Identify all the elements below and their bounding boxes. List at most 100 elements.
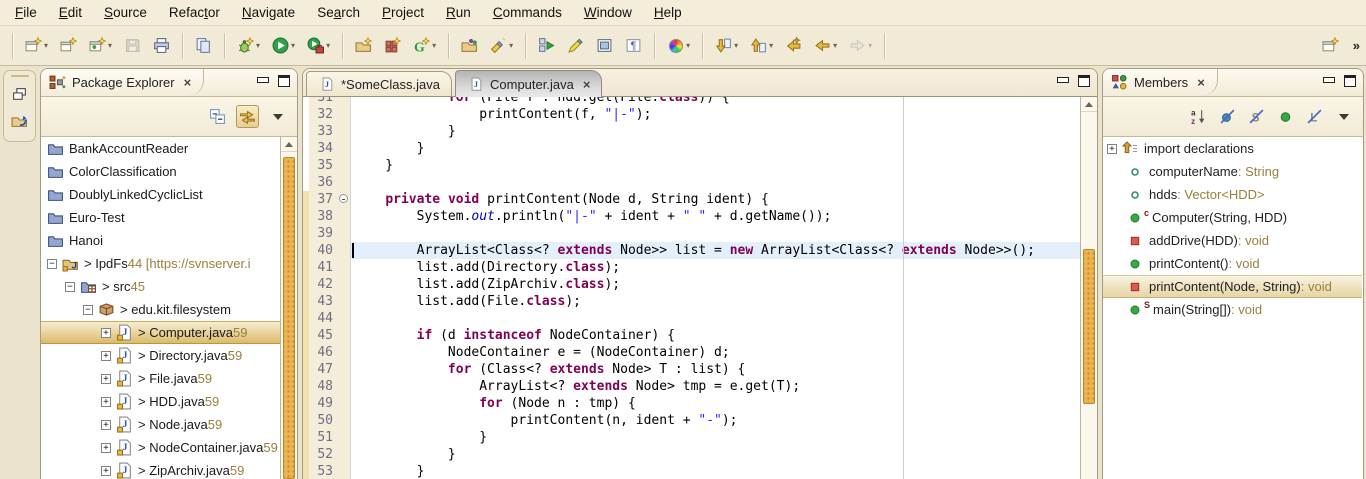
tree-item[interactable]: +J> Directory.java 59 <box>41 344 280 367</box>
minimize-button[interactable] <box>1323 77 1335 83</box>
tree-item[interactable]: +J> Node.java 59 <box>41 413 280 436</box>
member-item[interactable]: Smain(String[]) : void <box>1103 298 1362 321</box>
code-line[interactable]: 39 <box>303 225 1080 242</box>
search-button[interactable]: ▾ <box>487 35 516 56</box>
scroll-up-arrow[interactable] <box>281 137 297 152</box>
menu-run[interactable]: Run <box>435 1 482 24</box>
minimize-button[interactable] <box>1057 77 1069 83</box>
maximize-button[interactable] <box>1344 75 1356 87</box>
dropdown-arrow-icon[interactable]: ▾ <box>291 41 295 50</box>
code-line[interactable]: 42 list.add(ZipArchiv.class); <box>303 276 1080 293</box>
dropdown-arrow-icon[interactable]: ▾ <box>769 41 773 50</box>
code-line[interactable]: 47 for (Class<? extends Node> T : list) … <box>303 361 1080 378</box>
fold-collapse-icon[interactable] <box>339 194 348 203</box>
code-line[interactable]: 45 if (d instanceof NodeContainer) { <box>303 327 1080 344</box>
tree-item[interactable]: Hanoi <box>41 229 280 252</box>
menu-edit[interactable]: Edit <box>48 1 93 24</box>
expand-toggle[interactable]: + <box>1107 144 1117 154</box>
member-item[interactable]: +import declarations <box>1103 137 1362 160</box>
expand-toggle[interactable]: − <box>83 305 93 315</box>
tree-item[interactable]: BankAccountReader <box>41 137 280 160</box>
menu-commands[interactable]: Commands <box>482 1 573 24</box>
tree-item[interactable]: DoublyLinkedCyclicList <box>41 183 280 206</box>
hide-local-types-button[interactable]: L <box>1304 106 1325 127</box>
expand-toggle[interactable]: + <box>101 443 111 453</box>
code-line[interactable]: 38 System.out.println("|-" + ident + " "… <box>303 208 1080 225</box>
import-wizard-button[interactable] <box>352 35 375 56</box>
close-icon[interactable]: × <box>1197 75 1205 90</box>
open-perspective-icon[interactable] <box>1322 37 1339 54</box>
new-wizard-button[interactable]: ▾ <box>22 35 51 56</box>
scroll-up-arrow[interactable] <box>1081 97 1097 112</box>
member-item[interactable]: hdds : Vector<HDD> <box>1103 183 1362 206</box>
sort-button[interactable]: az <box>1188 106 1209 127</box>
menu-window[interactable]: Window <box>573 1 643 24</box>
expand-toggle[interactable]: + <box>101 374 111 384</box>
tree-item[interactable]: −> edu.kit.filesystem <box>41 298 280 321</box>
mark-occurrences-button[interactable] <box>564 35 587 56</box>
member-item[interactable]: printContent() : void <box>1103 252 1362 275</box>
run-last-launched-button[interactable] <box>535 35 558 56</box>
toolbar-overflow-chevron[interactable]: » <box>1353 38 1360 53</box>
menu-help[interactable]: Help <box>643 1 693 24</box>
tab-members[interactable]: Members × <box>1103 69 1218 96</box>
show-public-button[interactable] <box>1275 106 1296 127</box>
restore-view-icon[interactable] <box>11 86 28 103</box>
view-menu-button[interactable] <box>1333 106 1354 127</box>
code-line[interactable]: 40 ArrayList<Class<? extends Node>> list… <box>303 242 1080 259</box>
code-line[interactable]: 41 list.add(Directory.class); <box>303 259 1080 276</box>
tree-item[interactable]: ColorClassification <box>41 160 280 183</box>
maximize-button[interactable] <box>1078 75 1090 87</box>
maximize-button[interactable] <box>278 75 290 87</box>
last-edit-location-button[interactable] <box>782 35 805 56</box>
tree-item[interactable]: −> src 45 <box>41 275 280 298</box>
code-line[interactable]: 46 NodeContainer e = (NodeContainer) d; <box>303 344 1080 361</box>
editor-tab-computer-java[interactable]: JComputer.java× <box>455 70 602 97</box>
dropdown-arrow-icon[interactable]: ▾ <box>686 41 690 50</box>
code-line[interactable]: 48 ArrayList<? extends Node> tmp = e.get… <box>303 378 1080 395</box>
tree-item[interactable]: +J> ZipArchiv.java 59 <box>41 459 280 479</box>
minimize-button[interactable] <box>257 77 269 83</box>
expand-toggle[interactable]: − <box>47 259 57 269</box>
new-java-class-button[interactable]: ▾ <box>86 35 115 56</box>
menu-navigate[interactable]: Navigate <box>231 1 306 24</box>
close-icon[interactable]: × <box>184 75 192 90</box>
code-line[interactable]: 37 private void printContent(Node d, Str… <box>303 191 1080 208</box>
code-line[interactable]: 35 } <box>303 157 1080 174</box>
dropdown-arrow-icon[interactable]: ▾ <box>432 41 436 50</box>
code-line[interactable]: 31 for (File f : hdd.get(File.class)) { <box>303 97 1080 106</box>
member-item[interactable]: computerName : String <box>1103 160 1362 183</box>
dropdown-arrow-icon[interactable]: ▾ <box>108 41 112 50</box>
editor-body[interactable]: 31 for (File f : hdd.get(File.class)) { 3… <box>303 97 1097 479</box>
member-item[interactable]: cComputer(String, HDD) <box>1103 206 1362 229</box>
menu-refactor[interactable]: Refactor <box>158 1 231 24</box>
expand-toggle[interactable]: + <box>101 351 111 361</box>
tree-item[interactable]: +J> NodeContainer.java 59 <box>41 436 280 459</box>
dropdown-arrow-icon[interactable]: ▾ <box>833 41 837 50</box>
next-annotation-button[interactable]: ▾ <box>712 35 741 56</box>
tree-item[interactable]: −J> IpdFs 44 [https://svnserver.i <box>41 252 280 275</box>
menu-search[interactable]: Search <box>306 1 371 24</box>
code-line[interactable]: 44 <box>303 310 1080 327</box>
scrollbar-thumb[interactable] <box>283 157 295 479</box>
fastview-folder-icon[interactable] <box>11 112 28 129</box>
debug-button[interactable]: ▾ <box>234 35 263 56</box>
editor-scrollbar[interactable] <box>1080 97 1097 479</box>
dropdown-arrow-icon[interactable]: ▾ <box>734 41 738 50</box>
dropdown-arrow-icon[interactable]: ▾ <box>44 41 48 50</box>
tree-item[interactable]: Euro-Test <box>41 206 280 229</box>
show-whitespace-button[interactable]: ¶ <box>622 35 645 56</box>
tab-package-explorer[interactable]: Package Explorer × <box>41 69 204 96</box>
package-explorer-scrollbar[interactable] <box>280 137 297 479</box>
view-menu-button[interactable] <box>267 106 288 127</box>
menu-file[interactable]: File <box>4 1 48 24</box>
code-line[interactable]: 34 } <box>303 140 1080 157</box>
expand-toggle[interactable]: − <box>65 282 75 292</box>
fastview-grip[interactable] <box>11 75 29 77</box>
coverage-button[interactable]: G▾ <box>410 35 439 56</box>
close-icon[interactable]: × <box>583 77 591 92</box>
code-line[interactable]: 52 } <box>303 446 1080 463</box>
menu-source[interactable]: Source <box>93 1 158 24</box>
scrollbar-thumb[interactable] <box>1083 249 1095 404</box>
new-java-project-button[interactable] <box>57 35 80 56</box>
